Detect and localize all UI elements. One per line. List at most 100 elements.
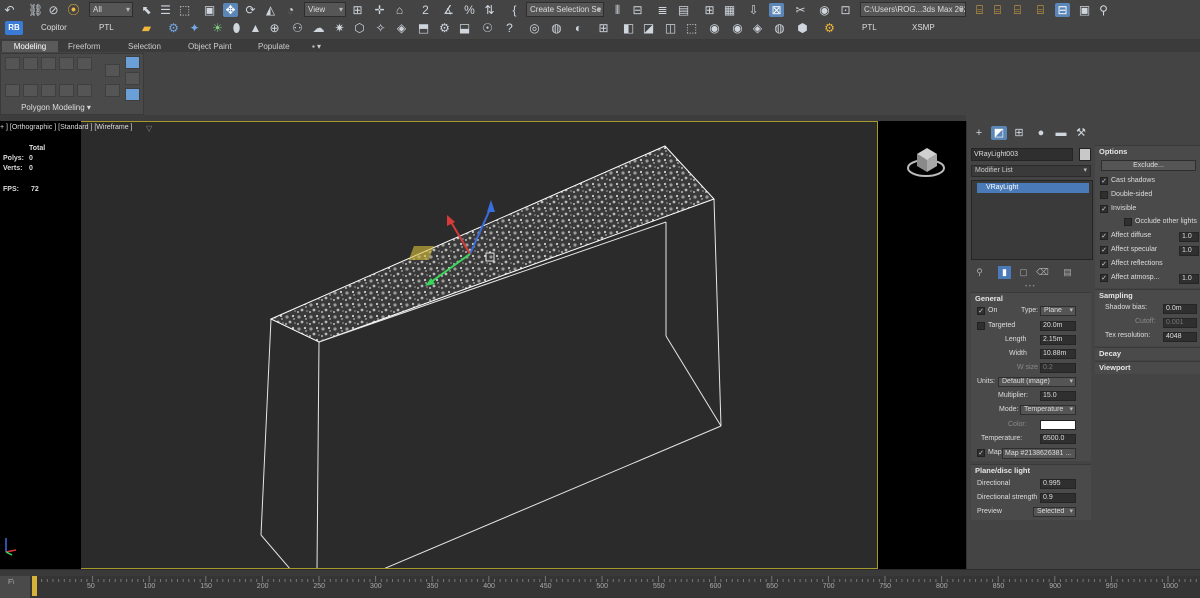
toolbar2-icon[interactable]: ◫ (663, 21, 678, 35)
viewport-scene[interactable] (81, 122, 878, 569)
window-crossing-icon[interactable]: ▣ (202, 3, 217, 17)
tab-freeform[interactable]: Freeform (62, 41, 106, 52)
ribbon-tool-button[interactable] (77, 57, 92, 70)
help-circle-icon[interactable]: ? (502, 21, 517, 35)
general-title[interactable]: General (975, 294, 1003, 303)
tab-modeling[interactable]: Modeling (2, 41, 58, 52)
toolbar2-icon[interactable]: ◎ (527, 21, 542, 35)
settings-gear-icon[interactable]: ⚙ (822, 21, 837, 35)
affect-atmosp-checkbox[interactable]: ✓ (1100, 274, 1108, 282)
help-icon[interactable]: ⚲ (1096, 3, 1111, 17)
cutoff-spinner[interactable]: 0.001 (1163, 318, 1197, 328)
affect-reflections-checkbox[interactable]: ✓ (1100, 260, 1108, 268)
pin-stack-icon[interactable]: ⚲ (973, 266, 986, 279)
bind-spacewarp-icon[interactable]: ⦿ (66, 3, 81, 17)
configure-sets-icon[interactable]: ▤ (1061, 266, 1074, 279)
select-icon[interactable]: ⬉ (139, 3, 154, 17)
toolbar2-icon[interactable]: ⬮ (229, 21, 244, 35)
graphite-icon[interactable]: ▤ (676, 3, 691, 17)
stack-item-vraylight[interactable]: VRayLight (977, 183, 1089, 193)
tab-selection[interactable]: Selection (122, 41, 167, 52)
layer-icon[interactable]: ≣ (655, 3, 670, 17)
polygon-modeling-label[interactable]: Polygon Modeling ▾ (1, 103, 111, 112)
toolbar2-icon[interactable]: ▲ (248, 21, 263, 35)
ribbon-tool-button[interactable] (41, 57, 56, 70)
time-slider[interactable] (32, 576, 37, 596)
toolbar2-icon[interactable]: ⬒ (416, 21, 431, 35)
ribbon-toggle-button[interactable] (125, 56, 140, 69)
decay-rollout[interactable]: Decay (1095, 347, 1200, 360)
curve-editor-icon[interactable]: ⊞ (702, 3, 717, 17)
temperature-spinner[interactable]: 6500.0 (1040, 434, 1076, 444)
spinner-snap-icon[interactable]: ⇅ (482, 3, 497, 17)
utilities-tab-icon[interactable]: ⚒ (1073, 126, 1089, 140)
targeted-checkbox[interactable] (977, 322, 985, 330)
object-name-field[interactable]: VRayLight003 (971, 148, 1073, 161)
remove-modifier-icon[interactable]: ⌫ (1036, 266, 1049, 279)
create-tab-icon[interactable]: + (971, 126, 987, 140)
undo-icon[interactable]: ↶ (2, 3, 17, 17)
filter-icon[interactable]: ▽ (146, 124, 152, 133)
toolbar2-icon[interactable]: ✷ (332, 21, 347, 35)
dir-strength-spinner[interactable]: 0.9 (1040, 493, 1076, 503)
folder-open-icon[interactable]: ⌸ (972, 3, 987, 17)
modify-tab-icon[interactable]: ◩ (991, 126, 1007, 140)
vray-plane-light[interactable] (269, 145, 715, 343)
toolbar2-icon[interactable]: ◍ (772, 21, 787, 35)
toolbar2-icon[interactable]: ◉ (730, 21, 745, 35)
occlude-checkbox[interactable] (1124, 218, 1132, 226)
wsize-spinner[interactable]: 0.2 (1040, 363, 1076, 373)
pivot-icon[interactable]: ⊞ (350, 3, 365, 17)
tab-ptl-2[interactable]: PTL (862, 23, 877, 32)
viewport-rollout[interactable]: Viewport (1095, 361, 1200, 374)
viewport-orthographic[interactable] (81, 121, 878, 569)
toolbar2-icon[interactable]: ☁ (311, 21, 326, 35)
ribbon-toggle-button[interactable] (125, 88, 140, 101)
ribbon-tool-button[interactable] (105, 64, 120, 77)
toolbar2-icon[interactable]: ◍ (549, 21, 564, 35)
motion-tab-icon[interactable]: ● (1033, 126, 1049, 140)
object-color-swatch[interactable] (1079, 148, 1091, 161)
mode-dropdown[interactable]: Temperature (1020, 405, 1076, 415)
map-checkbox[interactable]: ✓ (977, 449, 985, 457)
ribbon-tool-button[interactable] (23, 57, 38, 70)
ref-coord-dropdown[interactable]: View (304, 2, 346, 17)
tab-ptl[interactable]: PTL (99, 23, 114, 32)
ae-icon[interactable]: ⊡ (838, 3, 853, 17)
affect-diffuse-spinner[interactable]: 1.0 (1179, 232, 1199, 242)
toolbar2-icon[interactable]: ⬢ (795, 21, 810, 35)
align-icon[interactable]: ⊟ (630, 3, 645, 17)
tex-resolution-spinner[interactable]: 4048 (1163, 332, 1197, 342)
toolbar2-icon[interactable]: ✧ (373, 21, 388, 35)
ribbon-options-icon[interactable]: ▪ ▾ (306, 41, 327, 52)
preview-dropdown[interactable]: Selected (1033, 507, 1076, 517)
toggle-ribbon-icon[interactable]: ⊟ (1055, 3, 1070, 17)
render-frame-icon[interactable]: ✂ (793, 3, 808, 17)
render-setup-icon[interactable]: ⊠ (769, 3, 784, 17)
render-icon[interactable]: ◉ (817, 3, 832, 17)
scale-icon[interactable]: ◭ (263, 3, 278, 17)
toolbar2-icon[interactable]: ⬚ (684, 21, 699, 35)
ribbon-toggle-button[interactable] (125, 72, 140, 85)
select-by-name-icon[interactable]: ☰ (158, 3, 173, 17)
affect-specular-checkbox[interactable]: ✓ (1100, 246, 1108, 254)
region-select-icon[interactable]: ⬚ (177, 3, 192, 17)
keyboard-shortcut-icon[interactable]: ⌂ (392, 3, 407, 17)
light-icon[interactable]: ☀ (210, 21, 225, 35)
tab-populate[interactable]: Populate (252, 41, 296, 52)
show-end-result-icon[interactable]: ▮ (998, 266, 1011, 279)
ribbon-tool-button[interactable] (77, 84, 92, 97)
select-manipulate-icon[interactable]: ✛ (372, 3, 387, 17)
toolbar2-icon[interactable]: ⚙ (437, 21, 452, 35)
toolbar2-icon[interactable]: ◪ (641, 21, 656, 35)
toolbar2-icon[interactable]: ⊕ (267, 21, 282, 35)
double-sided-checkbox[interactable] (1100, 191, 1108, 199)
ribbon-tool-button[interactable] (59, 57, 74, 70)
invisible-checkbox[interactable]: ✓ (1100, 205, 1108, 213)
on-checkbox[interactable]: ✓ (977, 307, 985, 315)
units-dropdown[interactable]: Default (image) (998, 377, 1076, 387)
edit-named-sel-icon[interactable]: { (507, 3, 522, 17)
rotate-icon[interactable]: ⟳ (243, 3, 258, 17)
named-selection-dropdown[interactable]: Create Selection Se (526, 2, 604, 17)
toolbar2-icon[interactable]: ⚇ (290, 21, 305, 35)
